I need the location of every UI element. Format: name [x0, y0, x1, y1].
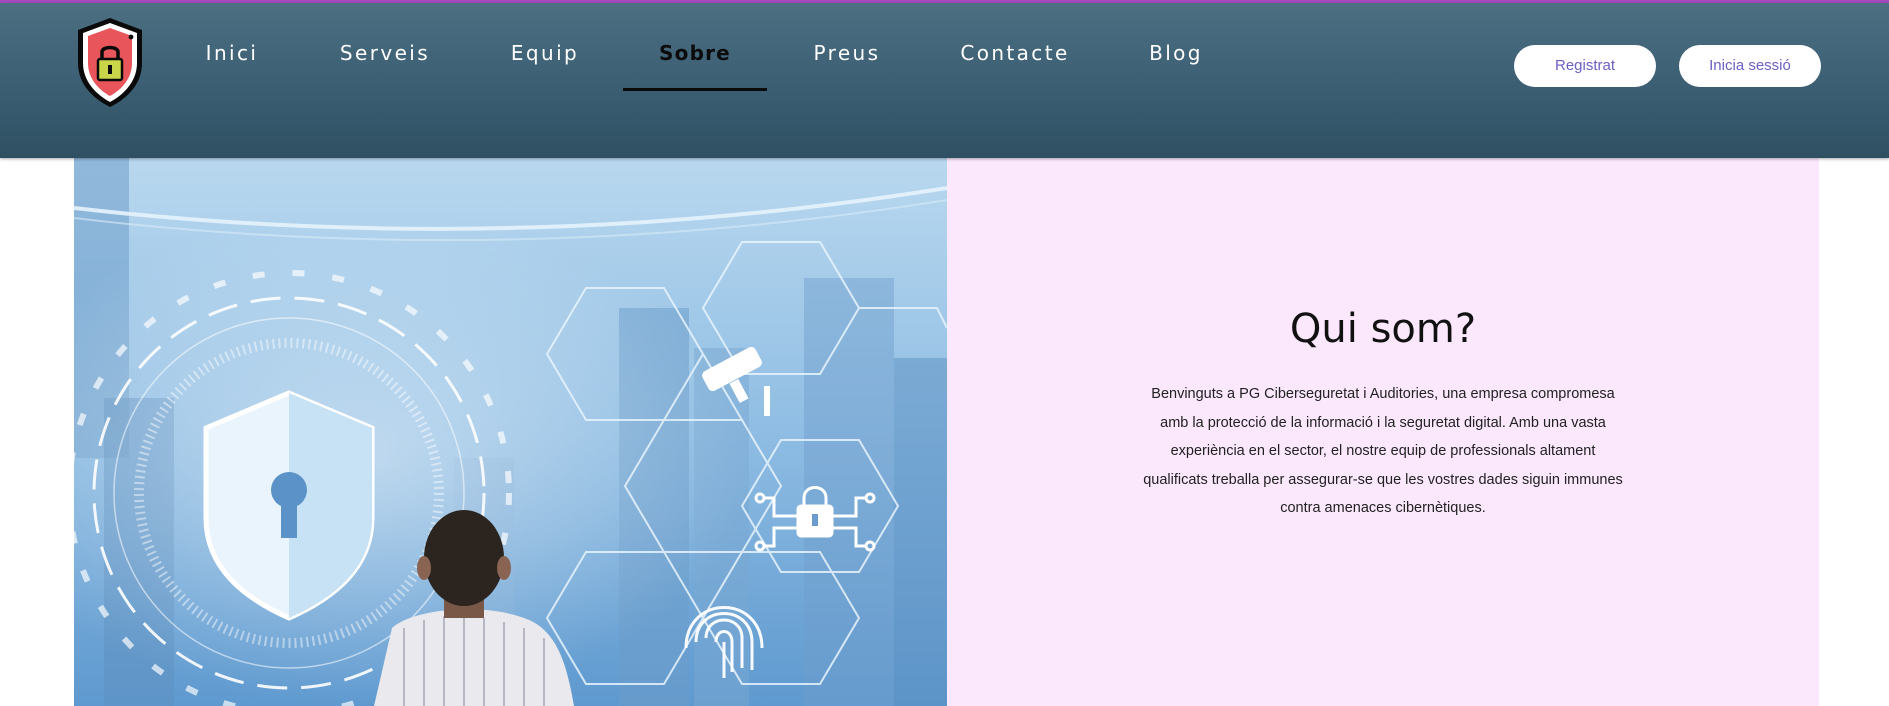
about-section: Qui som? Benvinguts a PG Ciberseguretat … [947, 158, 1819, 706]
site-header: Inici Serveis Equip Sobre Preus Contacte… [0, 3, 1889, 158]
nav-item-equip[interactable]: Equip [500, 33, 590, 73]
page-title: Qui som? [1289, 306, 1477, 352]
active-nav-underline [623, 88, 767, 91]
about-description: Benvinguts a PG Ciberseguretat i Auditor… [1143, 386, 1623, 516]
hero-image [74, 158, 947, 706]
nav-item-contacte[interactable]: Contacte [955, 33, 1075, 73]
nav-item-blog[interactable]: Blog [1148, 33, 1204, 73]
nav-item-inici[interactable]: Inici [190, 33, 274, 73]
nav-item-serveis[interactable]: Serveis [335, 33, 435, 73]
nav-item-sobre[interactable]: Sobre [623, 33, 767, 73]
nav-item-preus[interactable]: Preus [805, 33, 889, 73]
shield-lock-icon[interactable] [74, 15, 146, 111]
login-button[interactable]: Inicia sessió [1679, 45, 1821, 87]
register-button[interactable]: Registrat [1514, 45, 1656, 87]
